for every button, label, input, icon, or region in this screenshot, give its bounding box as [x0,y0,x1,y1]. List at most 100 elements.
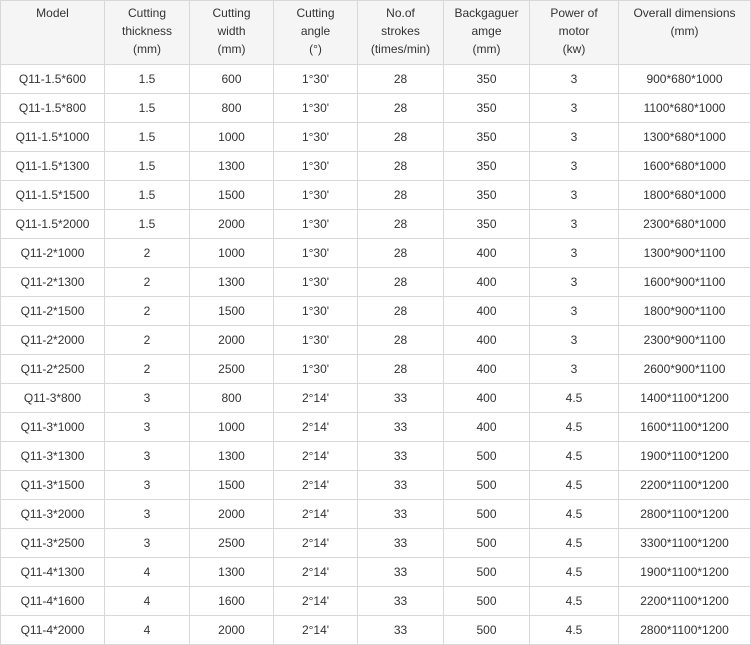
cell-model: Q11-4*2000 [0,615,105,645]
cell-overall-dimensions: 2800*1100*1200 [618,615,751,645]
cell-overall-dimensions: 1300*900*1100 [618,238,751,268]
cell-cutting-thickness: 3 [104,528,190,558]
column-header-line: amge [471,24,502,38]
cell-strokes: 33 [357,557,444,587]
cell-cutting-angle: 1°30' [273,122,358,152]
table-row: Q11-4*1600 4 1600 2°14' 33 500 4.5 2200*1100*12… [0,586,751,616]
cell-overall-dimensions: 1800*900*1100 [618,296,751,326]
cell-cutting-angle: 1°30' [273,64,358,94]
cell-model: Q11-2*1300 [0,267,105,297]
cell-strokes: 33 [357,499,444,529]
cell-strokes: 28 [357,122,444,152]
cell-cutting-angle: 2°14' [273,412,358,442]
table-row: Q11-2*2500 2 2500 1°30' 28 400 3 2600*900*1100 [0,354,751,384]
cell-cutting-width: 1300 [189,441,274,471]
cell-cutting-angle: 2°14' [273,499,358,529]
cell-motor-power: 3 [529,267,619,297]
cell-cutting-width: 2500 [189,528,274,558]
column-header-line: Backgaguer [454,6,519,20]
cell-model: Q11-4*1300 [0,557,105,587]
cell-model: Q11-1.5*600 [0,64,105,94]
column-header-cutting-thickness: Cutting thickness (mm) [104,0,190,65]
cell-backgauge-range: 400 [443,383,530,413]
cell-overall-dimensions: 2300*900*1100 [618,325,751,355]
cell-overall-dimensions: 900*680*1000 [618,64,751,94]
column-header-cutting-angle: Cutting angle (°) [273,0,358,65]
cell-cutting-thickness: 4 [104,557,190,587]
cell-cutting-thickness: 3 [104,412,190,442]
cell-strokes: 33 [357,470,444,500]
cell-backgauge-range: 350 [443,151,530,181]
cell-cutting-angle: 1°30' [273,238,358,268]
cell-cutting-width: 1500 [189,470,274,500]
cell-cutting-angle: 2°14' [273,470,358,500]
cell-motor-power: 4.5 [529,441,619,471]
cell-backgauge-range: 400 [443,267,530,297]
cell-overall-dimensions: 2200*1100*1200 [618,470,751,500]
cell-strokes: 33 [357,586,444,616]
cell-model: Q11-3*2500 [0,528,105,558]
cell-cutting-thickness: 4 [104,615,190,645]
column-header-line: motor [558,24,590,38]
column-header-line: Cutting [296,6,335,20]
cell-cutting-thickness: 1.5 [104,64,190,94]
cell-cutting-thickness: 1.5 [104,93,190,123]
cell-cutting-thickness: 2 [104,296,190,326]
cell-motor-power: 3 [529,122,619,152]
cell-motor-power: 4.5 [529,615,619,645]
column-header-line: (mm) [472,42,501,56]
cell-strokes: 28 [357,209,444,239]
table-row: Q11-1.5*1300 1.5 1300 1°30' 28 350 3 1600*680*1… [0,151,751,181]
cell-cutting-width: 1600 [189,586,274,616]
cell-strokes: 28 [357,354,444,384]
cell-cutting-angle: 2°14' [273,441,358,471]
cell-backgauge-range: 500 [443,470,530,500]
cell-cutting-width: 1300 [189,151,274,181]
column-header-line: strokes [381,24,420,38]
cell-overall-dimensions: 2200*1100*1200 [618,586,751,616]
cell-motor-power: 3 [529,93,619,123]
cell-strokes: 33 [357,412,444,442]
header-row: Model Cutting thickness (mm) Cutting width (mm… [0,0,751,65]
column-header-cutting-width: Cutting width (mm) [189,0,274,65]
column-header-line: (kw) [562,42,586,56]
cell-cutting-angle: 2°14' [273,615,358,645]
cell-cutting-angle: 2°14' [273,557,358,587]
cell-cutting-angle: 1°30' [273,354,358,384]
column-header-line: Overall dimensions [633,6,736,20]
table-row: Q11-1.5*1000 1.5 1000 1°30' 28 350 3 1300*680*1… [0,122,751,152]
cell-backgauge-range: 400 [443,325,530,355]
table-row: Q11-2*1000 2 1000 1°30' 28 400 3 1300*900*1100 [0,238,751,268]
cell-model: Q11-4*1600 [0,586,105,616]
cell-backgauge-range: 500 [443,557,530,587]
cell-model: Q11-3*800 [0,383,105,413]
table-row: Q11-1.5*600 1.5 600 1°30' 28 350 3 900*680*1000 [0,64,751,94]
cell-strokes: 28 [357,93,444,123]
cell-model: Q11-2*2500 [0,354,105,384]
cell-cutting-width: 600 [189,64,274,94]
column-header-line: (°) [309,42,322,56]
cell-overall-dimensions: 1600*680*1000 [618,151,751,181]
cell-model: Q11-3*1500 [0,470,105,500]
cell-cutting-thickness: 3 [104,470,190,500]
cell-strokes: 28 [357,325,444,355]
column-header-backgauge-range: Backgaguer amge (mm) [443,0,530,65]
column-header-line: width [217,24,246,38]
cell-model: Q11-3*1300 [0,441,105,471]
cell-backgauge-range: 350 [443,64,530,94]
cell-cutting-width: 2000 [189,325,274,355]
cell-model: Q11-1.5*1000 [0,122,105,152]
cell-overall-dimensions: 1900*1100*1200 [618,441,751,471]
cell-motor-power: 4.5 [529,412,619,442]
cell-overall-dimensions: 1600*1100*1200 [618,412,751,442]
column-header-line: No.of [386,6,415,20]
cell-overall-dimensions: 2600*900*1100 [618,354,751,384]
cell-cutting-thickness: 3 [104,441,190,471]
cell-cutting-width: 1300 [189,267,274,297]
table-row: Q11-4*1300 4 1300 2°14' 33 500 4.5 1900*1100*12… [0,557,751,587]
cell-cutting-angle: 1°30' [273,267,358,297]
cell-overall-dimensions: 3300*1100*1200 [618,528,751,558]
column-header-line: (mm) [670,24,699,38]
cell-cutting-width: 2000 [189,615,274,645]
cell-overall-dimensions: 1900*1100*1200 [618,557,751,587]
